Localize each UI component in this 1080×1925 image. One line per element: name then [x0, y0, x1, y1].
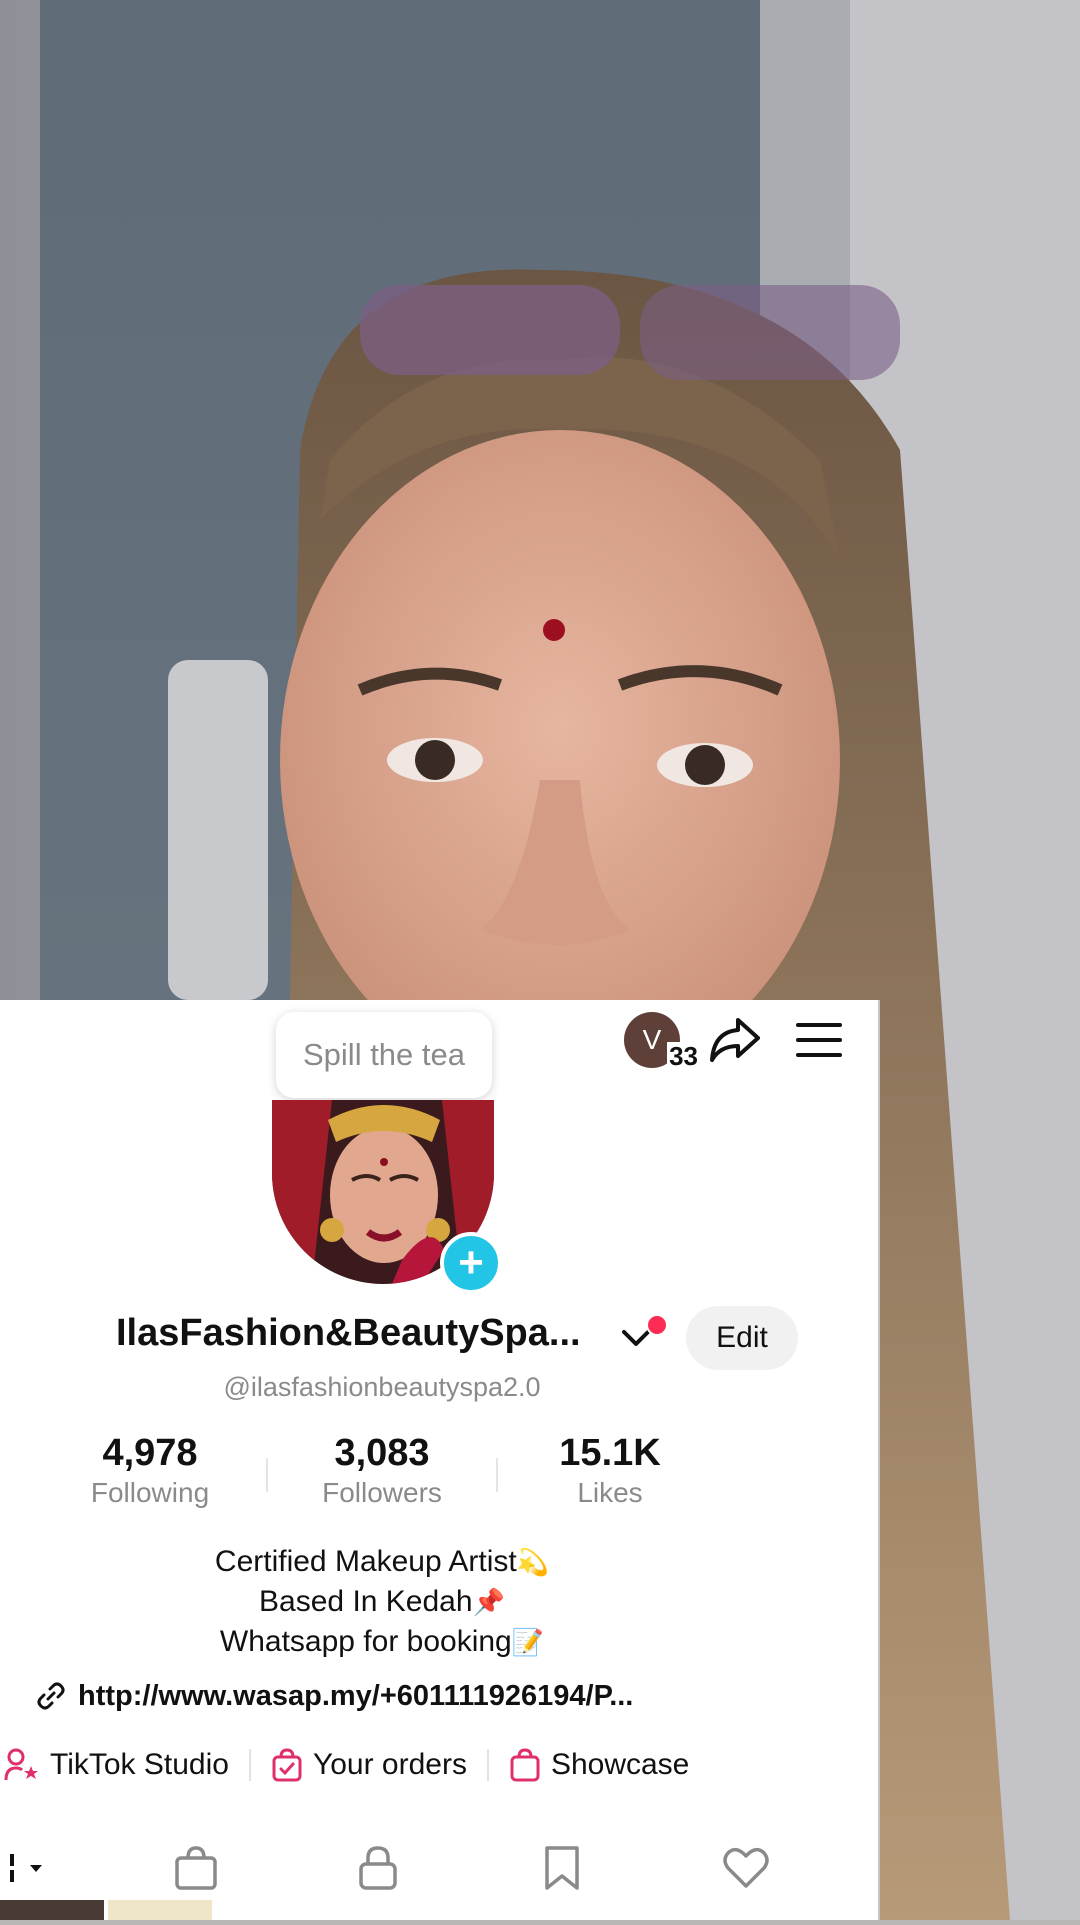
bio-line: Whatsapp for booking📝	[0, 1622, 764, 1662]
bio-text: Based In Kedah	[259, 1585, 473, 1618]
sparkle-emoji: 💫	[516, 1547, 550, 1577]
spill-the-tea-tooltip[interactable]: Spill the tea	[276, 1012, 492, 1098]
stat-label: Likes	[577, 1477, 643, 1508]
shortcut-label: Showcase	[550, 1748, 690, 1781]
tab-private[interactable]	[348, 1838, 408, 1898]
stat-followers[interactable]: 3,083 Followers	[272, 1430, 492, 1510]
stat-value: 15.1K	[559, 1432, 661, 1474]
videos-grid-icon	[10, 1854, 42, 1882]
profile-top-actions: V 33	[624, 1002, 848, 1078]
shortcut-label: Your orders	[312, 1748, 467, 1781]
showcase-button[interactable]: Showcase	[509, 1748, 689, 1782]
stat-label: Following	[90, 1477, 210, 1508]
tab-shop[interactable]	[166, 1838, 226, 1898]
bio-text: Certified Makeup Artist	[214, 1545, 517, 1578]
stat-label: Followers	[322, 1477, 442, 1508]
bio-line: Based In Kedah📌	[0, 1582, 764, 1622]
stat-divider	[266, 1458, 268, 1492]
heart-icon	[723, 1847, 769, 1888]
bookmark-icon	[545, 1846, 579, 1890]
tab-liked[interactable]	[716, 1838, 776, 1898]
memo-emoji: 📝	[511, 1627, 545, 1657]
shopping-bag-icon	[510, 1748, 540, 1782]
link-icon	[37, 1682, 65, 1710]
bio-link[interactable]: http://www.wasap.my/+601111926194/P...	[36, 1676, 633, 1716]
tiktok-studio-button[interactable]: TikTok Studio	[4, 1748, 229, 1782]
plus-icon[interactable]: +	[440, 1232, 502, 1294]
stat-value: 3,083	[334, 1432, 430, 1474]
display-name[interactable]: IlasFashion&BeautySpa...	[116, 1312, 581, 1355]
your-orders-button[interactable]: Your orders	[271, 1748, 467, 1782]
tab-videos[interactable]	[0, 1838, 60, 1898]
visitor-avatar-button[interactable]: V 33	[624, 1012, 700, 1070]
visitor-count-badge: 33	[667, 1041, 700, 1071]
stat-following[interactable]: 4,978 Following	[40, 1430, 260, 1510]
shop-bag-icon	[175, 1846, 217, 1890]
profile-card: V 33 Spill the tea + IlasFashion&BeautyS…	[0, 1000, 878, 1920]
notification-dot	[646, 1314, 668, 1336]
share-arrow-icon[interactable]	[706, 1011, 764, 1069]
username: @ilasfashionbeautyspa2.0	[223, 1372, 541, 1402]
shortcut-divider	[248, 1749, 251, 1781]
edit-profile-button[interactable]: Edit	[686, 1306, 798, 1370]
link-url: http://www.wasap.my/+601111926194/P...	[78, 1679, 634, 1712]
profile-bio[interactable]: Certified Makeup Artist💫 Based In Kedah📌…	[0, 1542, 764, 1662]
video-thumbnails-row[interactable]	[0, 1900, 878, 1920]
stat-divider	[496, 1458, 498, 1492]
profile-name-row: IlasFashion&BeautySpa... Edit	[0, 1306, 878, 1370]
bio-text: Whatsapp for booking	[219, 1625, 512, 1658]
visitor-avatar-initial: V	[642, 1024, 662, 1055]
shortcut-label: TikTok Studio	[50, 1748, 229, 1781]
order-bag-icon	[272, 1748, 302, 1782]
stat-value: 4,978	[102, 1432, 198, 1474]
hamburger-menu-icon[interactable]	[790, 1011, 848, 1069]
creator-star-icon	[4, 1748, 38, 1781]
tooltip-text: Spill the tea	[303, 1037, 465, 1072]
tab-favorites[interactable]	[532, 1838, 592, 1898]
lock-icon	[359, 1846, 397, 1890]
profile-shortcuts: TikTok Studio Your orders Showcase	[4, 1740, 689, 1790]
bio-line: Certified Makeup Artist💫	[0, 1542, 764, 1582]
shortcut-divider	[486, 1749, 489, 1781]
profile-stats: 4,978 Following 3,083 Followers 15.1K Li…	[0, 1430, 878, 1520]
pushpin-emoji: 📌	[472, 1587, 505, 1617]
stat-likes[interactable]: 15.1K Likes	[500, 1430, 720, 1510]
